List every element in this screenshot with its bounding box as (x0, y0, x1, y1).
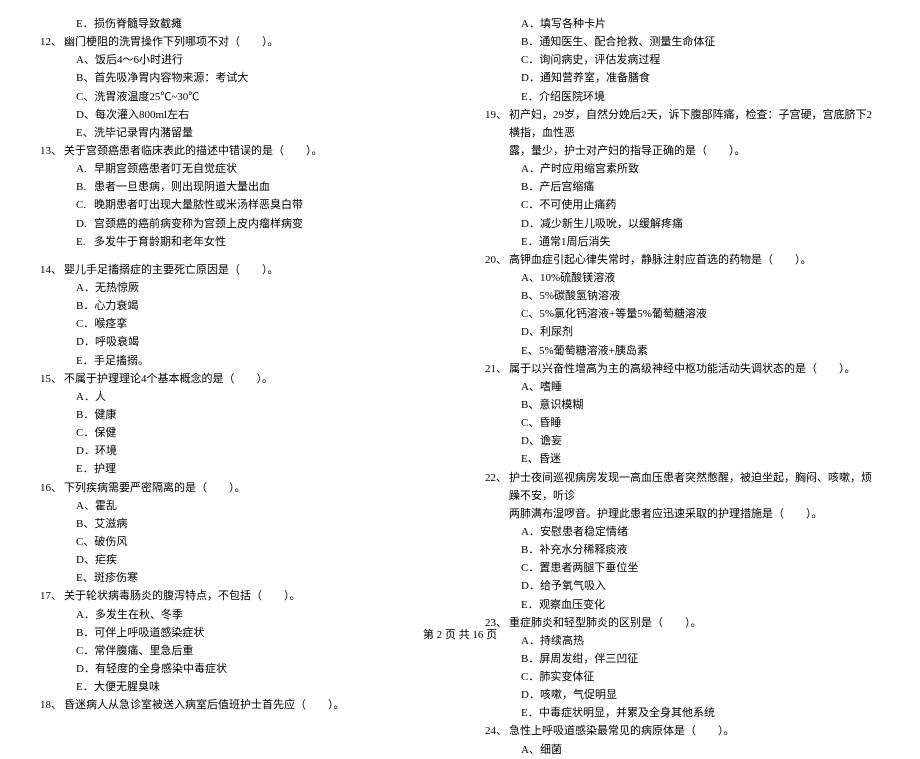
q14-option-d: D．呼吸衰竭 (40, 333, 435, 351)
q22-option-a: A．安慰患者稳定情绪 (485, 523, 880, 541)
q13-option-d: D.宫颈癌的癌前病变称为宫颈上皮内瘤样病变 (40, 215, 435, 233)
q13-option-c: C.晚期患者叮出现大量脓性或米汤样恶臭白带 (40, 196, 435, 214)
q22: 22、护士夜间巡视病房发现一高血压患者突然憋醒，被迫坐起，胸闷、咳嗽，烦躁不安，… (485, 469, 880, 505)
q12-option-d: D、每次灌入800ml左右 (40, 106, 435, 124)
q24-option-a: A、细菌 (485, 741, 880, 759)
q13: 13、关于宫颈癌患者临床表此的描述中错误的是（ ）。 (40, 142, 435, 160)
q24: 24、急性上呼吸道感染最常见的病原体是（ ）。 (485, 722, 880, 740)
q17-option-d: D．有轻度的全身感染中毒症状 (40, 660, 435, 678)
q15-option-a: A．人 (40, 388, 435, 406)
q16-option-c: C、破伤风 (40, 533, 435, 551)
q22-continue: 两肺满布湿啰音。护理此患者应迅速采取的护理措施是（ ）。 (485, 505, 880, 523)
q15-option-b: B．健康 (40, 406, 435, 424)
q19-option-d: D．减少新生儿吸吮，以缓解疼痛 (485, 215, 880, 233)
q16: 16、下列疾病需要严密隔离的是（ ）。 (40, 479, 435, 497)
q21-option-e: E、昏迷 (485, 450, 880, 468)
q20-option-c: C、5%氯化钙溶液+等量5%葡萄糖溶液 (485, 305, 880, 323)
q16-option-e: E、斑疹伤寒 (40, 569, 435, 587)
q18-option-e: E．介绍医院环境 (485, 88, 880, 106)
q14-option-c: C．喉痉挛 (40, 315, 435, 333)
q20-option-e: E、5%葡萄糖溶液+胰岛素 (485, 342, 880, 360)
q13-option-a: A.早期宫颈癌患者叮无自觉症状 (40, 160, 435, 178)
q18-option-d: D．通知营养室，准备膳食 (485, 69, 880, 87)
q13-option-b: B.患者一旦患病，则出现阴道大量出血 (40, 178, 435, 196)
q14-option-b: B．心力衰竭 (40, 297, 435, 315)
q22-option-c: C．置患者两腿下垂位坐 (485, 559, 880, 577)
q13-option-e: E.多发牛于育龄期和老年女性 (40, 233, 435, 251)
q16-option-b: B、艾滋病 (40, 515, 435, 533)
q12-option-a: A、饭后4～6小时进行 (40, 51, 435, 69)
page-columns: E．损伤脊髓导致截瘫 12、幽门梗阻的洗胃操作下列哪项不对（ ）。 A、饭后4～… (40, 15, 880, 759)
q15: 15、不属于护理理论4个基本概念的是（ ）。 (40, 370, 435, 388)
q19-continue: 露，量少，护士对产妇的指导正确的是（ ）。 (485, 142, 880, 160)
q17-option-a: A．多发生在秋、冬季 (40, 606, 435, 624)
q12: 12、幽门梗阻的洗胃操作下列哪项不对（ ）。 (40, 33, 435, 51)
q17-option-e: E．大便无腥臭味 (40, 678, 435, 696)
q19-option-e: E．通常1周后消失 (485, 233, 880, 251)
q21-option-a: A、嗜睡 (485, 378, 880, 396)
q19-option-a: A．产时应用缩宫素所致 (485, 160, 880, 178)
q21-option-b: B、意识模糊 (485, 396, 880, 414)
q22-option-d: D．给予氧气吸入 (485, 577, 880, 595)
q18-option-a: A．填写各种卡片 (485, 15, 880, 33)
q15-option-c: C．保健 (40, 424, 435, 442)
question-number: 12、 (40, 33, 64, 51)
q16-option-d: D、疟疾 (40, 551, 435, 569)
q14: 14、婴儿手足搐搦症的主要死亡原因是（ ）。 (40, 261, 435, 279)
page-footer: 第 2 页 共 16 页 (0, 626, 920, 642)
q19-option-b: B．产后宫缩痛 (485, 178, 880, 196)
q15-option-d: D．环境 (40, 442, 435, 460)
q12-option-c: C、洗胃液温度25℃~30℃ (40, 88, 435, 106)
option-text: 损伤脊髓导致截瘫 (94, 15, 182, 33)
q12-option-b: B、首先吸净胃内容物来源：考试大 (40, 69, 435, 87)
q23-option-b: B．屏周发绀，伴三凹征 (485, 650, 880, 668)
q23-option-e: E．中毒症状明显，并累及全身其他系统 (485, 704, 880, 722)
q18: 18、昏迷病人从急诊室被送入病室后值班护士首先应（ ）。 (40, 696, 435, 714)
q18-option-b: B．通知医生、配合抢救、测量生命体征 (485, 33, 880, 51)
q16-option-a: A、霍乱 (40, 497, 435, 515)
q22-option-b: B．补充水分稀释痰液 (485, 541, 880, 559)
q17: 17、关于轮状病毒肠炎的腹泻特点，不包括（ ）。 (40, 587, 435, 605)
q12-option-e: E、洗毕记录胃内潴留量 (40, 124, 435, 142)
q18-option-c: C．询问病史，评估发病过程 (485, 51, 880, 69)
q17-option-c: C．常伴腹痛、里急后重 (40, 642, 435, 660)
q11-option-e: E．损伤脊髓导致截瘫 (40, 15, 435, 33)
q23-option-d: D．咳嗽，气促明显 (485, 686, 880, 704)
q20-option-b: B、5%碳酸氢钠溶液 (485, 287, 880, 305)
q21-option-d: D、谵妄 (485, 432, 880, 450)
right-column: A．填写各种卡片 B．通知医生、配合抢救、测量生命体征 C．询问病史，评估发病过… (485, 15, 880, 759)
q23-option-c: C．肺实变体征 (485, 668, 880, 686)
q19: 19、初产妇，29岁，自然分娩后2天，诉下腹部阵痛，检查：子宫硬，宫底脐下2横指… (485, 106, 880, 142)
q19-option-c: C．不可使用止痛药 (485, 196, 880, 214)
q21-option-c: C、昏睡 (485, 414, 880, 432)
q20: 20、高钾血症引起心律失常时，静脉注射应首选的药物是（ ）。 (485, 251, 880, 269)
left-column: E．损伤脊髓导致截瘫 12、幽门梗阻的洗胃操作下列哪项不对（ ）。 A、饭后4～… (40, 15, 435, 759)
q15-option-e: E．护理 (40, 460, 435, 478)
q20-option-a: A、10%硫酸镁溶液 (485, 269, 880, 287)
q22-option-e: E．观察血压变化 (485, 596, 880, 614)
q14-option-a: A．无热惊厥 (40, 279, 435, 297)
q21: 21、属于以兴奋性增高为主的高级神经中枢功能活动失调状态的是（ ）。 (485, 360, 880, 378)
option-letter: E． (76, 15, 94, 33)
question-text: 幽门梗阻的洗胃操作下列哪项不对（ ）。 (64, 33, 435, 51)
q14-option-e: E．手足搐搦。 (40, 352, 435, 370)
q20-option-d: D、利尿剂 (485, 323, 880, 341)
